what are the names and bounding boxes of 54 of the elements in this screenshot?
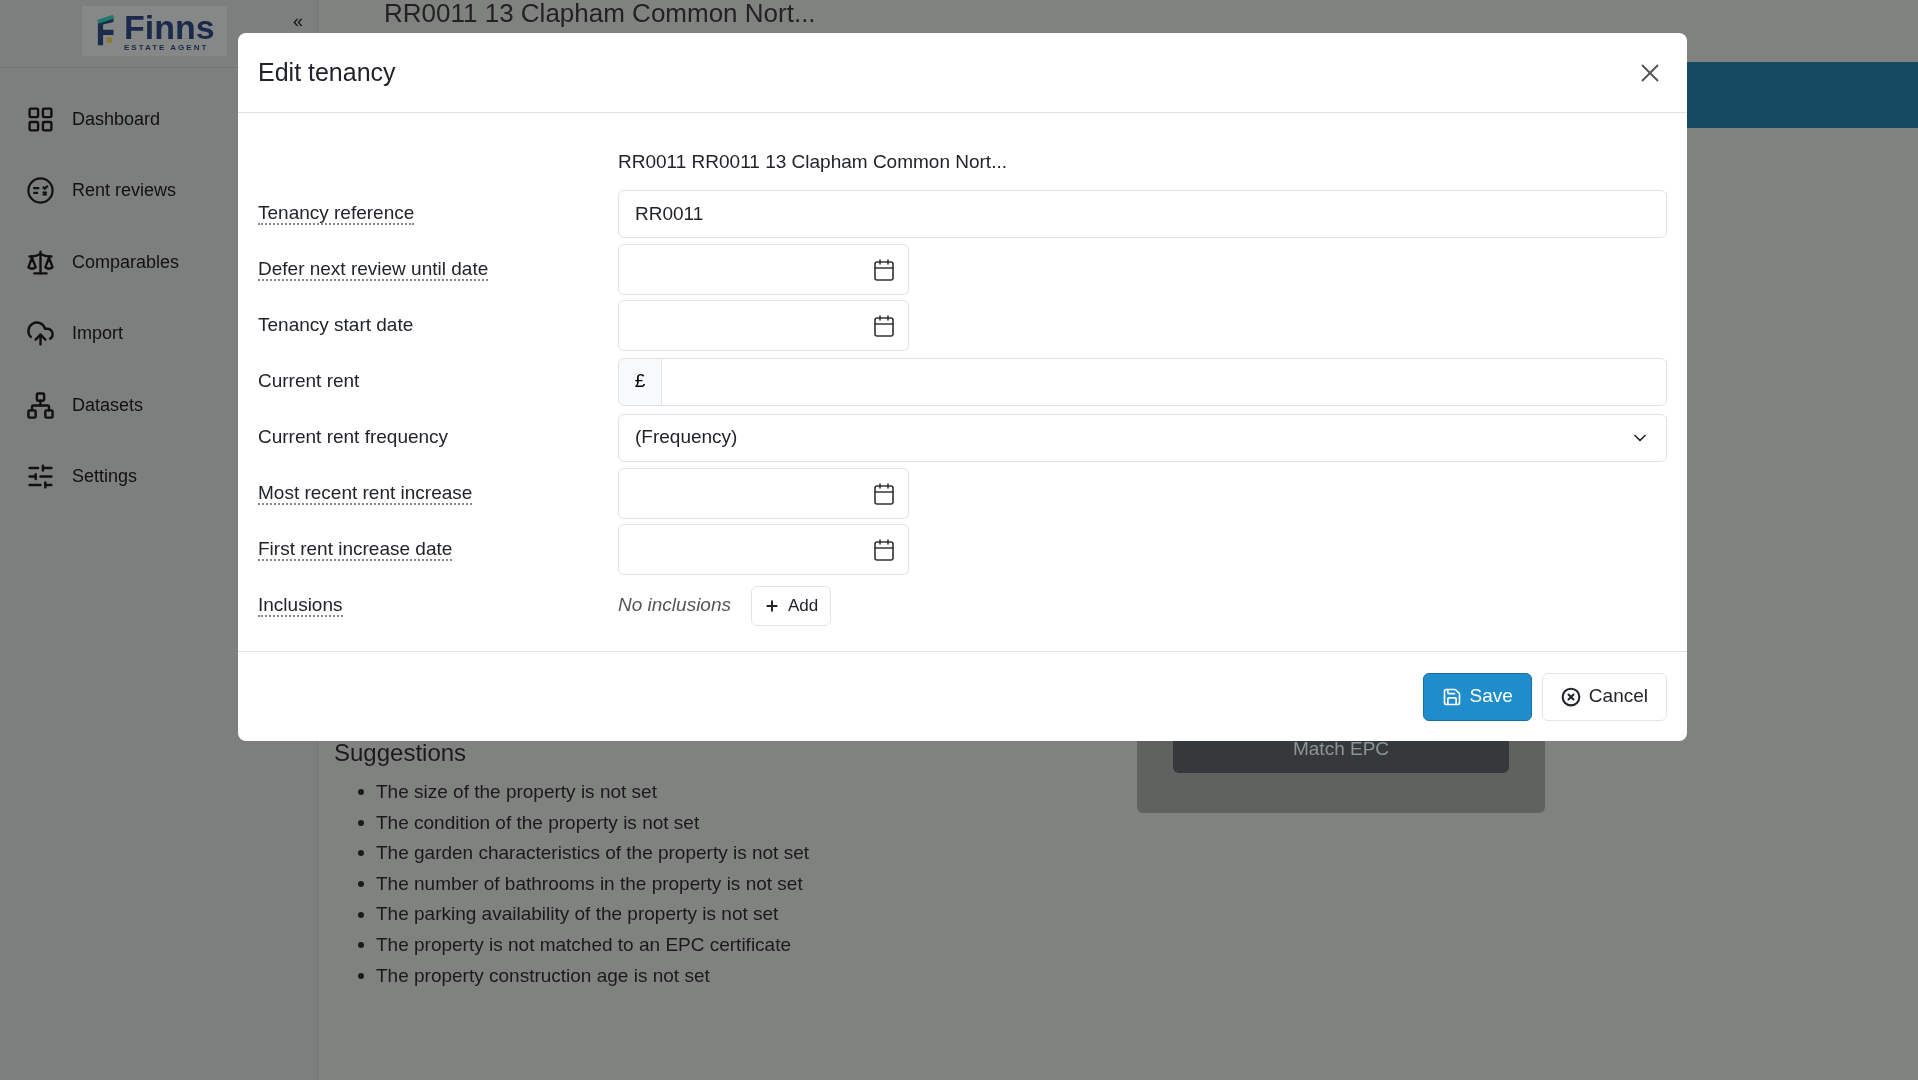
page-title: RR0011 13 Clapham Common Nort... xyxy=(383,0,817,26)
suggestion-text: The property construction age is not set xyxy=(376,963,710,988)
add-button[interactable]: Add xyxy=(751,585,832,626)
nav-item[interactable]: Dashboard xyxy=(26,102,291,136)
bullet-icon xyxy=(358,850,364,857)
property-name: RR0011 RR0011 13 Clapham Common Nort... xyxy=(618,149,1007,174)
collapse-button[interactable]: « xyxy=(293,12,303,30)
logo-tagline: ESTATE AGENT xyxy=(124,44,210,52)
field-label: Most recent rent increase xyxy=(258,482,473,506)
date-field[interactable] xyxy=(618,300,909,351)
field-label: Tenancy reference xyxy=(258,202,415,226)
bullet-icon xyxy=(358,881,364,888)
grid-icon xyxy=(26,104,55,134)
suggestion-text: The garden characteristics of the property is not set xyxy=(376,841,809,866)
calendar-icon[interactable] xyxy=(872,481,896,506)
field-label: Tenancy start date xyxy=(258,314,414,336)
date-field[interactable] xyxy=(618,468,909,519)
calendar-icon[interactable] xyxy=(872,313,896,338)
save-button[interactable]: Save xyxy=(1422,672,1532,721)
scales-icon xyxy=(26,247,55,277)
suggestion-text: The number of bathrooms in the property is not set xyxy=(376,871,803,896)
checklist-icon xyxy=(26,176,55,205)
calendar-icon[interactable] xyxy=(872,537,896,562)
sliders-icon xyxy=(26,462,55,491)
suggestion-text: The condition of the property is not set xyxy=(376,810,700,835)
plus-icon xyxy=(764,597,780,614)
bullet-icon xyxy=(358,789,364,796)
bullet-icon xyxy=(358,911,364,918)
cancel-button[interactable]: Cancel xyxy=(1541,672,1667,721)
currency-prefix: £ xyxy=(619,358,662,405)
field-label: Defer next review until date xyxy=(258,258,489,282)
cloud-upload-icon xyxy=(26,319,55,348)
suggestion-text: The parking availability of the property is not set xyxy=(376,902,779,927)
currency-field[interactable]: £ xyxy=(618,357,1667,406)
dialog-title: Edit tenancy xyxy=(258,56,396,88)
calendar-icon[interactable] xyxy=(872,257,896,282)
empty-inclusions-text: No inclusions xyxy=(618,593,731,618)
date-field[interactable] xyxy=(618,244,909,295)
field-label: First rent increase date xyxy=(258,538,453,562)
frequency-select[interactable]: (Frequency) xyxy=(618,413,1667,462)
suggestions-heading: Suggestions xyxy=(334,738,468,768)
hierarchy-icon xyxy=(26,390,55,420)
suggestion-text: The size of the property is not set xyxy=(376,780,657,805)
bullet-icon xyxy=(358,972,364,979)
date-field[interactable] xyxy=(618,524,909,575)
bullet-icon xyxy=(358,819,364,826)
bullet-icon xyxy=(358,942,364,949)
x-circle-icon xyxy=(1560,686,1581,707)
suggestion-text: The property is not matched to an EPC certificate xyxy=(376,933,792,957)
text-field[interactable]: RR0011 xyxy=(618,189,1667,238)
logo-name: Finns xyxy=(124,10,215,44)
field-label: Inclusions xyxy=(258,594,343,618)
field-label: Current rent frequency xyxy=(258,426,449,448)
logo[interactable]: Finns ESTATE AGENT xyxy=(82,6,227,56)
